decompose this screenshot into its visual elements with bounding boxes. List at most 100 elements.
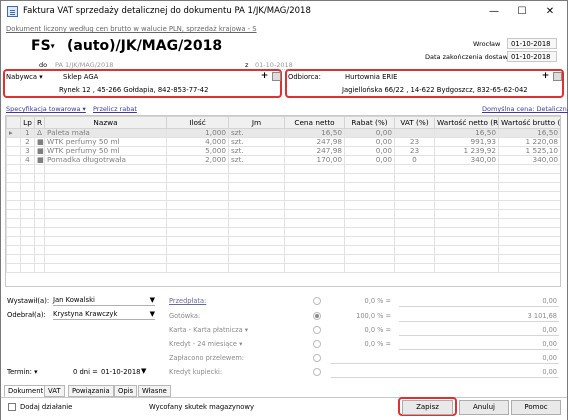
warehouse-status: Wycofany skutek magazynowy — [149, 403, 254, 411]
column-header-qty[interactable]: Ilość — [166, 116, 229, 129]
payment-prepayment-label[interactable]: Przedpłata: — [169, 297, 206, 305]
calendar-dropdown-icon[interactable]: ▼ — [141, 367, 153, 377]
add-buyer-icon[interactable]: + — [260, 72, 269, 81]
payment-merchant-credit-field[interactable] — [331, 377, 559, 378]
column-header-discount[interactable]: Rabat (%) — [344, 116, 395, 129]
table-row-empty — [6, 263, 560, 273]
cell-gross-value: 1 525,10 — [498, 146, 560, 156]
tab-relations[interactable]: Powiązania — [68, 385, 114, 397]
column-header-vat[interactable]: VAT (%) — [394, 116, 435, 129]
add-action-checkbox[interactable] — [8, 403, 16, 411]
cell-lp: 2 — [20, 137, 35, 147]
doc-type: FS — [31, 38, 51, 54]
product-type-icon: Δ — [34, 128, 45, 138]
default-price-link[interactable]: Domyślna cena: Detaliczna — [482, 105, 568, 113]
doc-number: (auto)/JK/MAG/2018 — [67, 38, 223, 54]
cell-discount: 0,00 — [344, 146, 395, 156]
tab-document[interactable]: Dokument — [4, 385, 48, 397]
table-row[interactable]: ▸ 1 Δ Paleta mała 1,000 szt. 16,50 0,00 … — [6, 128, 560, 138]
row-selector — [6, 155, 21, 165]
chevron-down-icon: ▾ — [239, 340, 243, 348]
column-header-lp[interactable]: Lp — [20, 116, 35, 129]
column-header-gross-value[interactable]: Wartość brutto (R) — [498, 116, 560, 129]
items-table: Lp R Nazwa Ilość Jm Cena netto Rabat (%)… — [6, 116, 560, 273]
payment-prepayment-field[interactable] — [399, 306, 559, 307]
buyer-name[interactable]: Sklep AGA — [63, 73, 98, 81]
received-by-select[interactable]: Krystyna Krawczyk ▼ — [53, 310, 155, 320]
payment-transfer-field[interactable] — [331, 363, 559, 364]
cell-net-price: 247,98 — [284, 146, 345, 156]
cell-net-price: 247,98 — [284, 137, 345, 147]
recipient-name[interactable]: Hurtownia ERIE — [345, 73, 397, 81]
save-button[interactable]: Zapisz — [402, 400, 453, 415]
recount-discount-link[interactable]: Przelicz rabat — [93, 105, 137, 113]
buyer-selector[interactable]: Nabywca ▾ — [6, 73, 43, 81]
product-type-icon: ■ — [34, 146, 45, 156]
term-days[interactable]: 0 dni = — [73, 368, 98, 376]
recipient-details-icon[interactable] — [553, 72, 562, 81]
column-header-name[interactable]: Nazwa — [44, 116, 167, 129]
term-date[interactable]: 01-10-2018 — [101, 368, 141, 376]
payment-card-radio[interactable] — [313, 326, 321, 334]
payment-transfer-radio[interactable] — [313, 354, 321, 362]
city-label: Wrocław — [473, 40, 501, 48]
cell-vat: 23 — [394, 137, 435, 147]
received-by-label: Odebrał(a): — [7, 311, 46, 319]
payment-prepayment-radio[interactable] — [313, 297, 321, 305]
cell-unit: szt. — [228, 128, 285, 138]
maximize-button[interactable]: ☐ — [509, 4, 535, 19]
add-recipient-icon[interactable]: + — [541, 72, 550, 81]
issued-by-value: Jan Kowalski — [53, 296, 95, 304]
cell-vat — [394, 128, 435, 138]
tab-vat[interactable]: VAT — [44, 385, 65, 397]
minimize-button[interactable]: — — [481, 4, 507, 19]
cell-gross-value: 1 220,08 — [498, 137, 560, 147]
document-subtitle[interactable]: Dokument liczony według cen brutto w wal… — [6, 25, 257, 33]
issued-by-select[interactable]: Jan Kowalski ▼ — [53, 296, 155, 306]
table-row-empty — [6, 182, 560, 192]
product-type-icon: ■ — [34, 155, 45, 165]
cell-net-price: 170,00 — [284, 155, 345, 165]
column-header-net-price[interactable]: Cena netto — [284, 116, 345, 129]
table-row[interactable]: 2 ■ WTK perfumy 50 ml 4,000 szt. 247,98 … — [6, 137, 560, 147]
payment-cash-field[interactable] — [399, 321, 559, 322]
table-row-empty — [6, 209, 560, 219]
items-grid[interactable]: Lp R Nazwa Ilość Jm Cena netto Rabat (%)… — [5, 115, 561, 287]
payment-card-field[interactable] — [399, 335, 559, 336]
column-header-net-value[interactable]: Wartość netto (R) — [434, 116, 499, 129]
table-header: Lp R Nazwa Ilość Jm Cena netto Rabat (%)… — [6, 116, 560, 129]
table-row[interactable]: 3 ■ WTK perfumy 50 ml 5,000 szt. 247,98 … — [6, 146, 560, 156]
term-label-text: Termin: — [7, 368, 32, 376]
issue-date-field[interactable]: 01-10-2018 — [507, 38, 557, 49]
cell-vat: 0 — [394, 155, 435, 165]
close-button[interactable]: ✕ — [537, 4, 563, 19]
payment-credit-selector[interactable]: Kredyt - 24 miesiące ▾ — [169, 340, 242, 348]
tab-description[interactable]: Opis — [114, 385, 138, 397]
delivery-date-field[interactable]: 01-10-2018 — [507, 51, 557, 62]
cell-lp: 3 — [20, 146, 35, 156]
payment-card-selector[interactable]: Karta - Karta płatnicza ▾ — [169, 326, 248, 334]
tab-custom[interactable]: Własne — [138, 385, 171, 397]
cancel-button[interactable]: Anuluj — [459, 400, 509, 415]
table-row-empty — [6, 254, 560, 264]
chevron-down-icon: ▾ — [50, 41, 55, 51]
spec-dropdown[interactable]: Specyfikacja towarowa ▾ — [6, 105, 86, 113]
help-button[interactable]: Pomoc — [511, 400, 561, 415]
payment-credit-field[interactable] — [399, 349, 559, 350]
table-row[interactable]: 4 ■ Pomadka długotrwała 2,000 szt. 170,0… — [6, 155, 560, 165]
cell-lp: 4 — [20, 155, 35, 165]
payment-merchant-credit-radio[interactable] — [313, 368, 321, 376]
table-row-empty — [6, 173, 560, 183]
buyer-address: Rynek 12 , 45-266 Gołdapia, 842-853-77-4… — [59, 86, 209, 94]
bottom-bar: Dodaj działanie Wycofany skutek magazyno… — [1, 397, 567, 420]
payment-cash-radio[interactable] — [313, 312, 321, 320]
cell-lp: 1 — [20, 128, 35, 138]
recipient-label[interactable]: Odbiorca: — [288, 73, 321, 81]
cell-name: WTK perfumy 50 ml — [44, 146, 167, 156]
column-header-unit[interactable]: Jm — [228, 116, 285, 129]
issue-date: 01-10-2018 — [511, 40, 551, 48]
payment-credit-radio[interactable] — [313, 340, 321, 348]
buyer-details-icon[interactable] — [272, 72, 281, 81]
doc-type-selector[interactable]: FS▾ — [31, 38, 55, 54]
column-header-r[interactable]: R — [34, 116, 45, 129]
